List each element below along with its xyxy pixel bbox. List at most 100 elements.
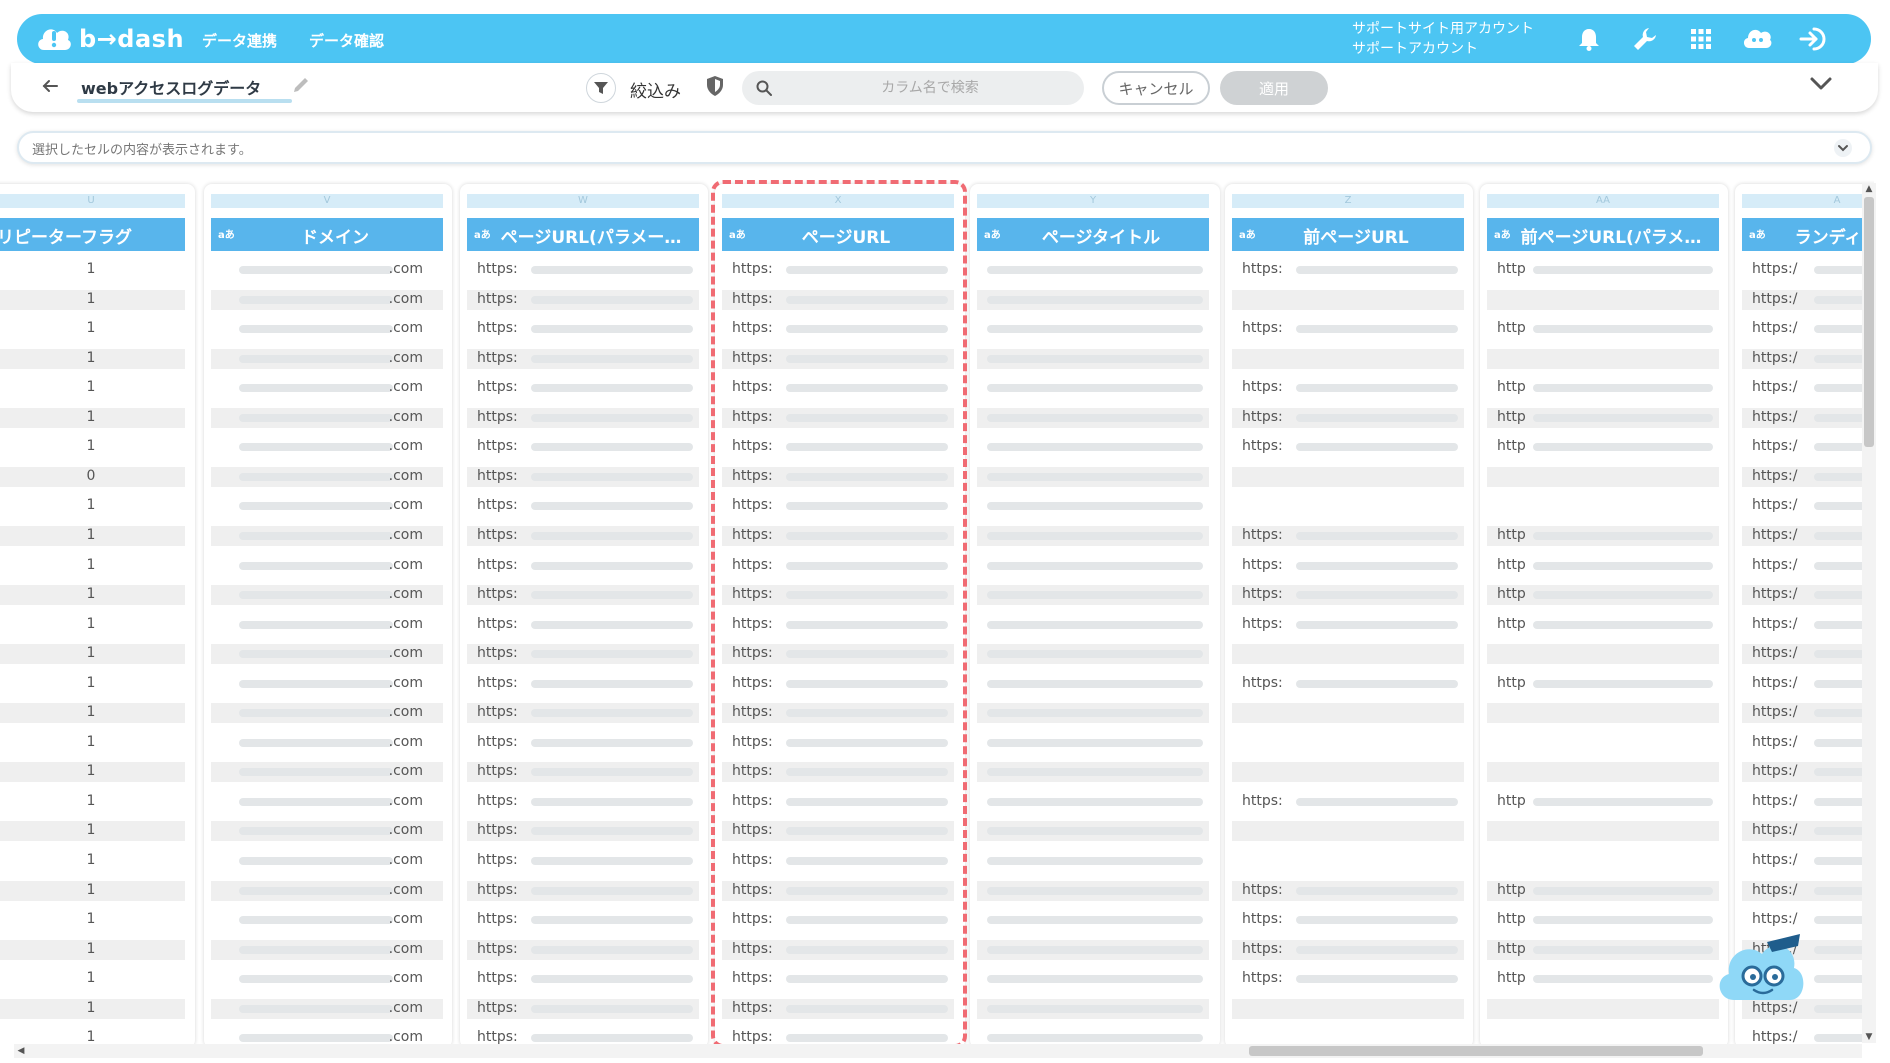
table-cell[interactable]: https: xyxy=(722,466,954,487)
table-cell[interactable] xyxy=(1232,466,1464,487)
table-cell[interactable] xyxy=(1487,466,1719,487)
table-cell[interactable]: http xyxy=(1487,319,1719,339)
scroll-left-arrow-icon[interactable]: ◀ xyxy=(14,1044,28,1058)
column-header[interactable]: aあ ページURL xyxy=(722,218,954,251)
table-cell[interactable]: 1 xyxy=(0,703,185,724)
table-cell[interactable]: 1 xyxy=(0,674,185,694)
table-cell[interactable]: .com xyxy=(211,407,443,428)
table-cell[interactable] xyxy=(977,880,1209,901)
apps-grid-icon[interactable] xyxy=(1684,22,1718,56)
table-cell[interactable]: .com xyxy=(211,674,443,694)
table-cell[interactable] xyxy=(1232,348,1464,369)
table-cell[interactable]: .com xyxy=(211,615,443,635)
table-cell[interactable] xyxy=(977,556,1209,576)
table-cell[interactable]: .com xyxy=(211,496,443,516)
table-cell[interactable] xyxy=(1232,851,1464,871)
table-cell[interactable]: https: xyxy=(467,851,699,871)
table-cell[interactable]: .com xyxy=(211,762,443,783)
table-cell[interactable]: https: xyxy=(722,319,954,339)
table-cell[interactable]: 1 xyxy=(0,733,185,753)
table-cell[interactable]: https: xyxy=(722,851,954,871)
table-cell[interactable]: https: xyxy=(1232,880,1464,901)
table-cell[interactable]: https: xyxy=(1232,910,1464,930)
table-cell[interactable]: https: xyxy=(722,289,954,310)
table-cell[interactable]: https: xyxy=(467,644,699,665)
table-cell[interactable] xyxy=(977,466,1209,487)
preview-expand-chevron-icon[interactable] xyxy=(1832,139,1854,157)
table-cell[interactable]: .com xyxy=(211,437,443,457)
table-cell[interactable] xyxy=(1487,821,1719,842)
cancel-button[interactable]: キャンセル xyxy=(1102,71,1210,105)
table-cell[interactable] xyxy=(977,496,1209,516)
table-cell[interactable] xyxy=(1487,851,1719,871)
table-cell[interactable] xyxy=(977,762,1209,783)
column-header[interactable]: aあ 前ページURL(パラメ… xyxy=(1487,218,1719,251)
table-cell[interactable]: https:/ xyxy=(1742,615,1874,635)
table-cell[interactable]: https: xyxy=(467,407,699,428)
table-cell[interactable]: https: xyxy=(722,585,954,606)
column-search-input[interactable] xyxy=(790,71,1070,105)
table-cell[interactable]: https:/ xyxy=(1742,260,1874,280)
table-cell[interactable] xyxy=(1487,998,1719,1019)
table-cell[interactable]: https: xyxy=(722,378,954,398)
table-cell[interactable]: .com xyxy=(211,466,443,487)
table-cell[interactable]: https: xyxy=(722,910,954,930)
filter-funnel-icon[interactable] xyxy=(586,73,616,103)
table-cell[interactable]: https:/ xyxy=(1742,703,1874,724)
table-cell[interactable]: https: xyxy=(722,644,954,665)
table-cell[interactable]: http xyxy=(1487,378,1719,398)
table-cell[interactable] xyxy=(1232,703,1464,724)
table-cell[interactable]: https:/ xyxy=(1742,437,1874,457)
table-cell[interactable]: .com xyxy=(211,969,443,989)
table-cell[interactable]: https:/ xyxy=(1742,733,1874,753)
table-cell[interactable]: https: xyxy=(722,674,954,694)
table-cell[interactable]: http xyxy=(1487,525,1719,546)
bell-icon[interactable] xyxy=(1572,22,1606,56)
table-cell[interactable] xyxy=(977,910,1209,930)
table-cell[interactable] xyxy=(977,615,1209,635)
table-cell[interactable] xyxy=(977,969,1209,989)
table-cell[interactable]: https:/ xyxy=(1742,792,1874,812)
table-cell[interactable]: 1 xyxy=(0,821,185,842)
table-cell[interactable] xyxy=(1232,644,1464,665)
table-cell[interactable]: 1 xyxy=(0,910,185,930)
table-cell[interactable]: https: xyxy=(722,733,954,753)
table-cell[interactable]: http xyxy=(1487,260,1719,280)
table-cell[interactable]: https: xyxy=(722,792,954,812)
table-cell[interactable]: https: xyxy=(722,969,954,989)
table-cell[interactable]: https: xyxy=(722,437,954,457)
support-mascot-icon[interactable] xyxy=(1712,920,1812,1020)
table-cell[interactable]: https: xyxy=(1232,615,1464,635)
table-cell[interactable]: https:/ xyxy=(1742,674,1874,694)
table-cell[interactable] xyxy=(977,674,1209,694)
column-header[interactable]: aあランディング xyxy=(1742,218,1874,251)
scroll-down-arrow-icon[interactable]: ▼ xyxy=(1862,1031,1876,1043)
table-cell[interactable]: http xyxy=(1487,910,1719,930)
table-cell[interactable]: https: xyxy=(722,880,954,901)
table-cell[interactable]: http xyxy=(1487,674,1719,694)
horizontal-scrollbar[interactable]: ◀ xyxy=(14,1044,1862,1058)
column-letter[interactable]: A xyxy=(1742,194,1874,208)
table-cell[interactable]: .com xyxy=(211,525,443,546)
table-cell[interactable]: https: xyxy=(467,939,699,960)
table-cell[interactable]: 1 xyxy=(0,792,185,812)
column-letter[interactable]: AA xyxy=(1487,194,1719,208)
table-cell[interactable]: .com xyxy=(211,703,443,724)
table-cell[interactable]: http xyxy=(1487,407,1719,428)
table-cell[interactable]: https: xyxy=(722,998,954,1019)
table-cell[interactable]: https: xyxy=(467,969,699,989)
bdash-logo[interactable]: b→dash xyxy=(35,20,184,58)
table-cell[interactable]: https: xyxy=(467,466,699,487)
table-cell[interactable]: https: xyxy=(467,525,699,546)
table-cell[interactable]: https: xyxy=(722,615,954,635)
table-cell[interactable]: https: xyxy=(467,880,699,901)
table-cell[interactable]: .com xyxy=(211,644,443,665)
column-header[interactable]: aあ ドメイン xyxy=(211,218,443,251)
table-cell[interactable] xyxy=(1487,733,1719,753)
table-cell[interactable] xyxy=(977,585,1209,606)
table-cell[interactable]: https: xyxy=(467,792,699,812)
table-cell[interactable]: 1 xyxy=(0,437,185,457)
help-mascot-icon[interactable] xyxy=(1740,22,1774,56)
horizontal-scroll-thumb[interactable] xyxy=(1249,1046,1703,1056)
table-cell[interactable]: http xyxy=(1487,969,1719,989)
